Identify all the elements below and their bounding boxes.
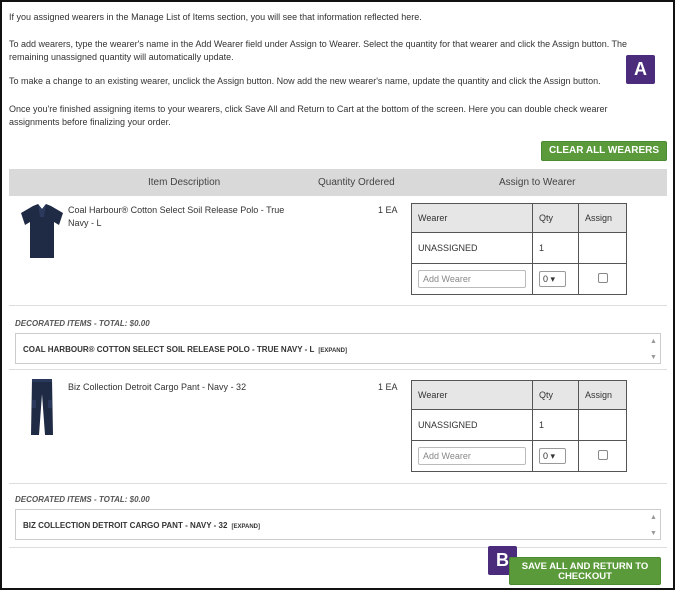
chevron-down-icon: ▾	[550, 274, 556, 284]
decorated-items-label: DECORATED ITEMS - TOTAL: $0.00	[15, 319, 150, 328]
qty-select[interactable]: 0 ▾	[539, 271, 566, 287]
qty-select-cell: 0 ▾	[532, 440, 579, 472]
instruction-paragraph: If you assigned wearers in the Manage Li…	[9, 12, 422, 22]
instruction-paragraph: To make a change to an existing wearer, …	[9, 76, 601, 86]
qty-select-value: 0	[543, 274, 549, 284]
decorated-item-row: BIZ COLLECTION DETROIT CARGO PANT - NAVY…	[23, 521, 260, 530]
qty-select-value: 0	[543, 451, 549, 461]
unassigned-label: UNASSIGNED	[411, 409, 533, 441]
divider	[9, 305, 667, 306]
decorated-items-title: DECORATED ITEMS	[15, 319, 92, 328]
quantity-ordered: 1 EA	[378, 205, 398, 215]
empty-cell	[578, 409, 627, 441]
qty-column-header: Qty	[532, 203, 579, 233]
item-description: Coal Harbour® Cotton Select Soil Release…	[68, 205, 285, 228]
assign-cell	[578, 263, 627, 295]
page-frame: If you assigned wearers in the Manage Li…	[0, 0, 675, 590]
scroll-up-icon[interactable]: ▲	[650, 338, 658, 345]
instruction-paragraph: To add wearers, type the wearer's name i…	[9, 39, 628, 62]
navy-polo-shirt-icon	[21, 204, 63, 258]
item-description: Biz Collection Detroit Cargo Pant - Navy…	[68, 382, 247, 392]
quantity-ordered: 1 EA	[378, 382, 398, 392]
assign-cell	[578, 440, 627, 472]
decorated-items-total: - TOTAL: $0.00	[93, 495, 150, 504]
items-table-header: Item Description Quantity Ordered Assign…	[9, 169, 667, 196]
wearer-column-header: Wearer	[411, 203, 533, 233]
scroll-down-icon[interactable]: ▼	[650, 530, 658, 537]
decorated-item-row: COAL HARBOUR® COTTON SELECT SOIL RELEASE…	[23, 345, 347, 354]
assign-column-header: Assign	[578, 380, 627, 410]
assign-checkbox[interactable]	[597, 450, 608, 460]
header-item-description: Item Description	[148, 177, 221, 188]
decorated-item-name: BIZ COLLECTION DETROIT CARGO PANT - NAVY…	[23, 521, 228, 530]
decorated-item-box: COAL HARBOUR® COTTON SELECT SOIL RELEASE…	[15, 333, 661, 364]
qty-column-header: Qty	[532, 380, 579, 410]
unassigned-qty: 1	[532, 409, 579, 441]
assign-checkbox[interactable]	[597, 273, 608, 283]
navy-cargo-pants-icon	[31, 379, 53, 435]
decorated-item-name: COAL HARBOUR® COTTON SELECT SOIL RELEASE…	[23, 345, 315, 354]
expand-link[interactable]: [EXPAND]	[318, 348, 347, 354]
callout-marker-a: A	[626, 55, 655, 84]
qty-select[interactable]: 0 ▾	[539, 448, 566, 464]
scroll-down-icon[interactable]: ▼	[650, 354, 658, 361]
divider	[9, 547, 667, 548]
wearer-table: Wearer Qty Assign UNASSIGNED 1 Add Weare…	[411, 203, 627, 295]
header-quantity-ordered: Quantity Ordered	[318, 177, 395, 188]
decorated-items-total: - TOTAL: $0.00	[93, 319, 150, 328]
divider	[9, 369, 667, 370]
add-wearer-input[interactable]: Add Wearer	[418, 270, 526, 288]
assign-column-header: Assign	[578, 203, 627, 233]
unassigned-label: UNASSIGNED	[411, 232, 533, 264]
decorated-items-title: DECORATED ITEMS	[15, 495, 92, 504]
expand-link[interactable]: [EXPAND]	[231, 524, 260, 530]
decorated-item-box: BIZ COLLECTION DETROIT CARGO PANT - NAVY…	[15, 509, 661, 540]
decorated-items-label: DECORATED ITEMS - TOTAL: $0.00	[15, 495, 150, 504]
clear-all-wearers-button[interactable]: CLEAR ALL WEARERS	[541, 141, 667, 161]
wearer-column-header: Wearer	[411, 380, 533, 410]
instruction-paragraph: Once you're finished assigning items to …	[9, 104, 608, 127]
product-image	[30, 378, 54, 436]
product-image	[19, 203, 65, 259]
qty-select-cell: 0 ▾	[532, 263, 579, 295]
add-wearer-cell: Add Wearer	[411, 440, 533, 472]
add-wearer-cell: Add Wearer	[411, 263, 533, 295]
scroll-up-icon[interactable]: ▲	[650, 514, 658, 521]
header-assign-to-wearer: Assign to Wearer	[499, 177, 576, 188]
add-wearer-input[interactable]: Add Wearer	[418, 447, 526, 465]
empty-cell	[578, 232, 627, 264]
chevron-down-icon: ▾	[550, 451, 556, 461]
divider	[9, 483, 667, 484]
unassigned-qty: 1	[532, 232, 579, 264]
save-all-return-checkout-button[interactable]: SAVE ALL AND RETURN TO CHECKOUT	[509, 557, 661, 585]
wearer-table: Wearer Qty Assign UNASSIGNED 1 Add Weare…	[411, 380, 627, 472]
